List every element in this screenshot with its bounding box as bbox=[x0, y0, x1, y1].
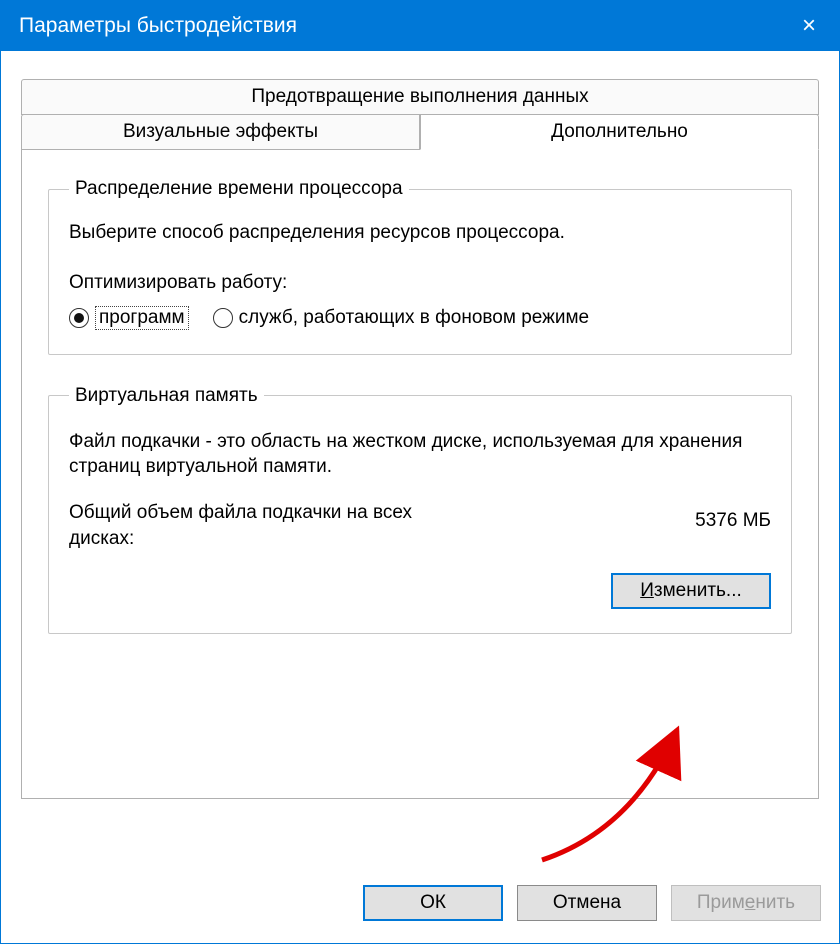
group-virtual-memory: Виртуальная память Файл подкачки - это о… bbox=[48, 385, 792, 635]
vm-desc: Файл подкачки - это область на жестком д… bbox=[69, 429, 771, 480]
change-button[interactable]: Изменить... bbox=[611, 573, 771, 609]
close-button[interactable]: × bbox=[779, 1, 839, 51]
tab-dep-label: Предотвращение выполнения данных bbox=[251, 86, 588, 107]
radio-services-label: служб, работающих в фоновом режиме bbox=[239, 307, 589, 329]
tab-dep[interactable]: Предотвращение выполнения данных bbox=[21, 79, 819, 115]
tab-visual-label: Визуальные эффекты bbox=[123, 121, 318, 142]
cpu-desc: Выберите способ распределения ресурсов п… bbox=[69, 220, 771, 246]
tab-panel-advanced: Распределение времени процессора Выберит… bbox=[21, 149, 819, 799]
apply-button[interactable]: Применить bbox=[671, 885, 821, 921]
tab-advanced[interactable]: Дополнительно bbox=[420, 114, 819, 150]
window-title: Параметры быстродействия bbox=[19, 14, 297, 38]
titlebar: Параметры быстродействия × bbox=[1, 1, 839, 51]
ok-button[interactable]: ОК bbox=[363, 885, 503, 921]
tab-visual-effects[interactable]: Визуальные эффекты bbox=[21, 114, 420, 150]
radio-background-services[interactable]: служб, работающих в фоновом режиме bbox=[213, 307, 589, 329]
radio-services-icon bbox=[213, 308, 233, 328]
tab-control: Предотвращение выполнения данных Визуаль… bbox=[21, 79, 819, 799]
content-area: Предотвращение выполнения данных Визуаль… bbox=[1, 51, 839, 875]
vm-total-value: 5376 МБ bbox=[695, 500, 771, 532]
radio-programs-icon bbox=[69, 308, 89, 328]
group-cpu-scheduling: Распределение времени процессора Выберит… bbox=[48, 178, 792, 355]
dialog-footer: ОК Отмена Применить bbox=[1, 875, 839, 943]
group-vm-legend: Виртуальная память bbox=[69, 385, 264, 407]
radio-row: программ служб, работающих в фоновом реж… bbox=[69, 306, 771, 330]
vm-total-label: Общий объем файла подкачки на всех диска… bbox=[69, 500, 469, 551]
cancel-button[interactable]: Отмена bbox=[517, 885, 657, 921]
radio-programs[interactable]: программ bbox=[69, 306, 189, 330]
annotation-arrow-icon bbox=[522, 710, 702, 870]
close-icon: × bbox=[802, 12, 816, 40]
performance-options-window: Параметры быстродействия × Предотвращени… bbox=[0, 0, 840, 944]
vm-total-row: Общий объем файла подкачки на всех диска… bbox=[69, 500, 771, 551]
optimize-label: Оптимизировать работу: bbox=[69, 272, 771, 294]
tab-advanced-label: Дополнительно bbox=[551, 121, 688, 142]
group-cpu-legend: Распределение времени процессора bbox=[69, 178, 409, 200]
radio-programs-label: программ bbox=[95, 306, 189, 330]
